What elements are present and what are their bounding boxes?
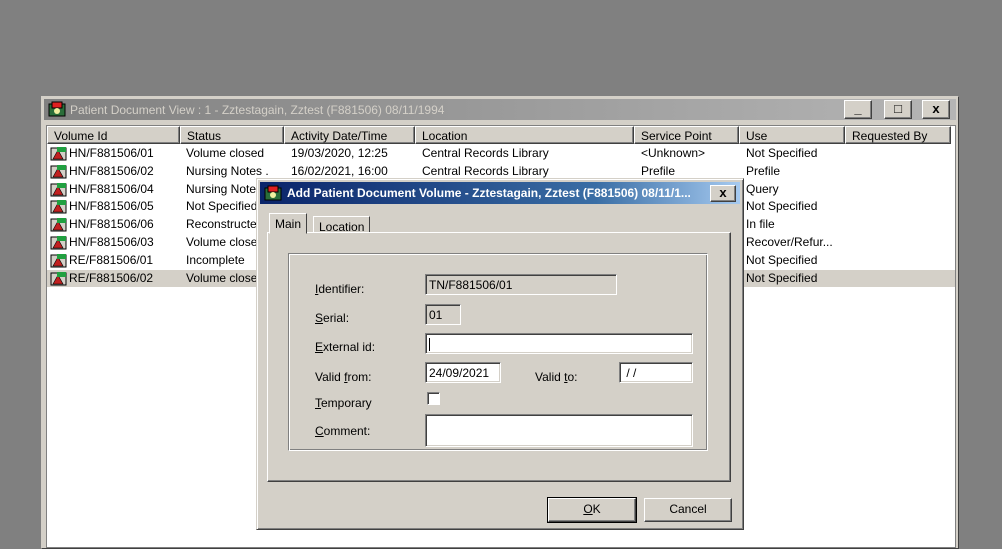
main-window-title: Patient Document View : 1 - Zztestagain,… bbox=[70, 103, 445, 117]
serial-field: 01 bbox=[425, 304, 461, 325]
cell-use: Not Specified bbox=[746, 271, 818, 285]
comment-textarea[interactable] bbox=[425, 414, 693, 447]
cell-activity: 19/03/2020, 12:25 bbox=[291, 146, 388, 160]
dialog-title: Add Patient Document Volume - Zztestagai… bbox=[287, 186, 691, 200]
add-volume-dialog: Add Patient Document Volume - Zztestagai… bbox=[256, 178, 744, 530]
cell-volume-id: HN/F881506/06 bbox=[69, 217, 154, 231]
cell-use: Query bbox=[746, 182, 779, 196]
col-header-service-point[interactable]: Service Point bbox=[634, 126, 739, 144]
volume-record-icon bbox=[50, 200, 67, 214]
volume-record-icon bbox=[50, 147, 67, 161]
text-cursor bbox=[429, 338, 430, 352]
table-row[interactable]: HN/F881506/01 Volume closed 19/03/2020, 12… bbox=[47, 145, 955, 162]
identifier-label: Identifier: bbox=[315, 282, 365, 296]
cancel-button[interactable]: Cancel bbox=[644, 498, 732, 522]
close-button[interactable]: x bbox=[922, 100, 950, 119]
identifier-field: TN/F881506/01 bbox=[425, 274, 617, 295]
cell-activity: 16/02/2021, 16:00 bbox=[291, 164, 388, 178]
temporary-label: Temporary bbox=[315, 396, 372, 410]
main-tab-panel: Identifier: TN/F881506/01 Serial: 01 Ext… bbox=[267, 232, 731, 482]
volume-record-icon bbox=[50, 165, 67, 179]
temporary-checkbox[interactable] bbox=[427, 392, 440, 405]
external-id-label: External id: bbox=[315, 340, 376, 354]
ok-button[interactable]: OK bbox=[547, 497, 637, 523]
cell-location: Central Records Library bbox=[422, 146, 549, 160]
valid-from-input[interactable]: 24/09/2021 bbox=[425, 362, 501, 383]
cell-status: Nursing Notes . bbox=[186, 164, 269, 178]
col-header-volume-id[interactable]: Volume Id bbox=[47, 126, 180, 144]
maximize-button[interactable]: □ bbox=[884, 100, 912, 119]
patient-app-icon bbox=[48, 101, 66, 117]
col-header-location[interactable]: Location bbox=[415, 126, 634, 144]
cell-volume-id: HN/F881506/02 bbox=[69, 164, 154, 178]
volume-record-icon bbox=[50, 254, 67, 268]
dialog-title-bar[interactable]: Add Patient Document Volume - Zztestagai… bbox=[260, 182, 740, 204]
cell-use: Prefile bbox=[746, 164, 781, 178]
col-header-requested-by[interactable]: Requested By bbox=[845, 126, 951, 144]
col-header-status[interactable]: Status bbox=[180, 126, 284, 144]
volume-record-icon bbox=[50, 183, 67, 197]
external-id-input[interactable] bbox=[425, 333, 693, 354]
cell-location: Central Records Library bbox=[422, 164, 549, 178]
cell-volume-id: RE/F881506/01 bbox=[69, 253, 154, 267]
cell-volume-id: HN/F881506/05 bbox=[69, 199, 154, 213]
cell-volume-id: HN/F881506/04 bbox=[69, 182, 154, 196]
col-header-use[interactable]: Use bbox=[739, 126, 845, 144]
cell-use: Recover/Refur... bbox=[746, 235, 833, 249]
cell-service-point: <Unknown> bbox=[641, 146, 706, 160]
volume-details-group: Identifier: TN/F881506/01 Serial: 01 Ext… bbox=[288, 253, 708, 451]
dialog-app-icon bbox=[264, 185, 282, 201]
cell-use: Not Specified bbox=[746, 253, 818, 267]
cell-status: Volume closed bbox=[186, 146, 265, 160]
dialog-close-button[interactable]: x bbox=[710, 185, 736, 202]
cell-volume-id: HN/F881506/03 bbox=[69, 235, 154, 249]
comment-label: Comment: bbox=[315, 424, 371, 438]
cell-use: In file bbox=[746, 217, 775, 231]
cell-use: Not Specified bbox=[746, 146, 818, 160]
cell-volume-id: RE/F881506/02 bbox=[69, 271, 154, 285]
cell-use: Not Specified bbox=[746, 199, 818, 213]
col-header-activity-date[interactable]: Activity Date/Time bbox=[284, 126, 415, 144]
valid-from-label: Valid from: bbox=[315, 370, 372, 384]
serial-label: Serial: bbox=[315, 311, 350, 325]
valid-to-label: Valid to: bbox=[535, 370, 578, 384]
valid-to-input[interactable]: / / bbox=[619, 362, 693, 383]
main-title-bar[interactable]: Patient Document View : 1 - Zztestagain,… bbox=[44, 99, 956, 120]
tab-main[interactable]: Main bbox=[269, 213, 308, 234]
minimize-button[interactable]: _ bbox=[844, 100, 872, 119]
volume-record-icon bbox=[50, 236, 67, 250]
volume-record-icon bbox=[50, 272, 67, 286]
cell-volume-id: HN/F881506/01 bbox=[69, 146, 154, 160]
cell-service-point: Prefile bbox=[641, 164, 676, 178]
volume-record-icon bbox=[50, 218, 67, 232]
